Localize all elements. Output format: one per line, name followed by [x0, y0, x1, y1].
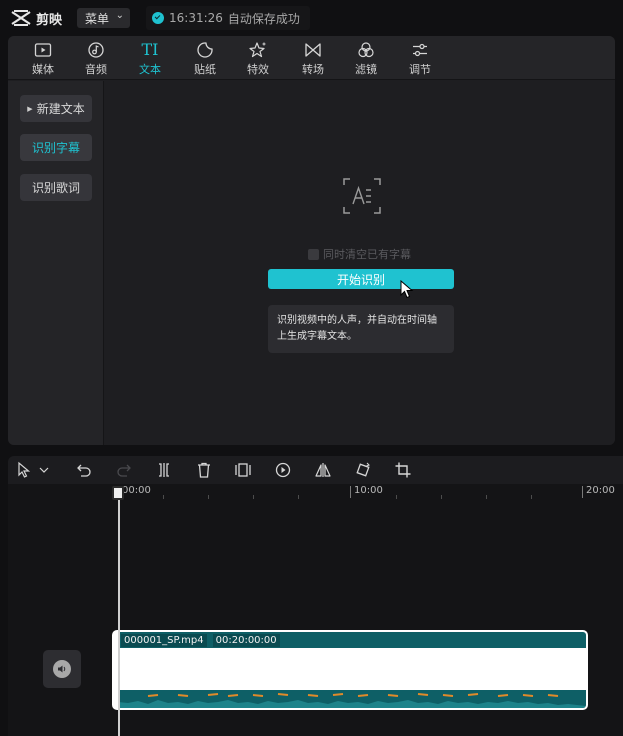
ruler-minor-tick [486, 495, 487, 499]
ruler-minor-tick [298, 495, 299, 499]
tab-text-label: 文本 [139, 63, 161, 76]
tab-transition[interactable]: 转场 [288, 39, 338, 79]
split-icon[interactable] [155, 461, 173, 479]
media-icon [34, 43, 52, 57]
tab-filter[interactable]: 滤镜 [341, 39, 391, 79]
tab-effects[interactable]: 特效 [233, 39, 283, 79]
playhead-handle[interactable] [112, 486, 124, 500]
adjust-icon [413, 43, 427, 57]
autosave-status: 16:31:26 自动保存成功 [146, 6, 310, 30]
clip-duration: 00:20:00:00 [212, 633, 280, 647]
check-circle-icon [152, 12, 164, 24]
rotate-icon[interactable] [354, 461, 372, 479]
ruler-minor-tick [441, 495, 442, 499]
clip-header: 000001_SP.mp4 00:20:00:00 [118, 632, 586, 648]
crop-icon[interactable] [394, 461, 412, 479]
tab-media-label: 媒体 [32, 63, 54, 76]
waveform-graphic [118, 693, 586, 708]
clip-thumbnail-area [118, 648, 586, 690]
autosave-time: 16:31:26 [169, 11, 223, 25]
audio-waveform [118, 690, 586, 708]
audio-icon [88, 42, 104, 58]
select-cursor-icon[interactable] [16, 461, 34, 479]
transition-icon [305, 43, 321, 57]
capcut-logo-icon [11, 10, 31, 26]
material-panel: 媒体 音频 TI 文本 贴纸 特效 转场 滤镜 调节 ▶ 新建文本 识别字幕 识… [8, 36, 615, 445]
chevron-down-icon: ⌄ [115, 10, 124, 21]
app-title: 剪映 [36, 12, 63, 28]
category-toolbar: 媒体 音频 TI 文本 贴纸 特效 转场 滤镜 调节 [8, 36, 615, 80]
tab-effects-label: 特效 [247, 63, 269, 76]
checkbox-label: 同时清空已有字幕 [323, 248, 411, 261]
video-clip[interactable]: 000001_SP.mp4 00:20:00:00 [112, 630, 588, 710]
mirror-icon[interactable] [314, 461, 332, 479]
tab-sticker-label: 贴纸 [194, 63, 216, 76]
tab-audio[interactable]: 音频 [71, 39, 121, 79]
clear-existing-subtitles-option[interactable]: 同时清空已有字幕 [308, 246, 411, 262]
tab-adjust-label: 调节 [409, 63, 431, 76]
text-sidebar: ▶ 新建文本 识别字幕 识别歌词 [8, 81, 104, 445]
clip-filename: 000001_SP.mp4 [121, 633, 207, 647]
ruler-label-2: 20:00 [586, 485, 615, 496]
start-recognition-button[interactable]: 开始识别 [268, 269, 454, 289]
text-recognition-icon [343, 178, 381, 214]
ruler-tick [582, 486, 583, 498]
effects-icon [249, 42, 266, 58]
app-logo: 剪映 [10, 8, 62, 28]
delete-icon[interactable] [195, 461, 213, 479]
ruler-label-0: 00:00 [122, 485, 151, 496]
timeline-area[interactable]: 00:00 10:00 20:00 000001_SP.mp4 00:20:00… [8, 484, 623, 736]
tab-sticker[interactable]: 贴纸 [180, 39, 230, 79]
track-volume-button[interactable] [43, 650, 81, 688]
sidebar-item-recognize-lyrics[interactable]: 识别歌词 [20, 174, 92, 201]
caret-right-icon: ▶ [27, 104, 33, 113]
undo-icon[interactable] [75, 461, 93, 479]
filter-icon [358, 42, 374, 58]
redo-icon[interactable] [115, 461, 133, 479]
text-icon: TI [141, 40, 159, 59]
ruler-label-1: 10:00 [354, 485, 383, 496]
ruler-minor-tick [208, 495, 209, 499]
recognition-content: 同时清空已有字幕 开始识别 识别视频中的人声，并自动在时间轴上生成字幕文本。 [105, 81, 615, 445]
mouse-cursor-icon [400, 280, 414, 299]
tab-media[interactable]: 媒体 [18, 39, 68, 79]
tab-transition-label: 转场 [302, 63, 324, 76]
sidebar-item-recognize-subtitles[interactable]: 识别字幕 [20, 134, 92, 161]
menu-label: 菜单 [85, 11, 110, 26]
sidebar-item-label: 识别字幕 [31, 141, 80, 155]
sidebar-item-label: 新建文本 [36, 102, 85, 116]
sidebar-item-new-text[interactable]: ▶ 新建文本 [20, 95, 92, 122]
top-bar: 剪映 菜单 ⌄ 16:31:26 自动保存成功 [0, 0, 623, 36]
tab-audio-label: 音频 [85, 63, 107, 76]
timeline-ruler[interactable]: 00:00 10:00 20:00 [8, 484, 623, 502]
ruler-minor-tick [396, 495, 397, 499]
ruler-tick [350, 486, 351, 498]
freeze-frame-icon[interactable] [234, 461, 252, 479]
tab-adjust[interactable]: 调节 [395, 39, 445, 79]
sticker-icon [197, 42, 213, 58]
tab-filter-label: 滤镜 [355, 63, 377, 76]
ruler-minor-tick [253, 495, 254, 499]
timeline-toolbar [8, 456, 623, 484]
ruler-minor-tick [163, 495, 164, 499]
sidebar-item-label: 识别歌词 [31, 181, 80, 195]
audio-track-header [8, 502, 113, 736]
chevron-down-icon[interactable] [38, 461, 50, 479]
menu-button[interactable]: 菜单 ⌄ [77, 8, 130, 28]
play-circle-icon[interactable] [274, 461, 292, 479]
tab-text[interactable]: TI 文本 [125, 39, 175, 79]
speaker-icon [53, 660, 71, 678]
checkbox[interactable] [308, 248, 319, 260]
recognition-tooltip: 识别视频中的人声，并自动在时间轴上生成字幕文本。 [268, 305, 454, 353]
playhead-line[interactable] [118, 486, 120, 736]
ruler-minor-tick [531, 495, 532, 499]
autosave-text: 自动保存成功 [227, 11, 300, 26]
